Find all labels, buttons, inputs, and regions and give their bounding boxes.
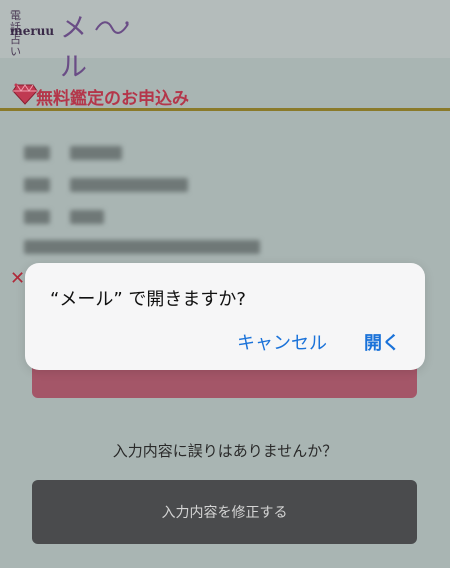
error-mark-icon: ✕ [10, 268, 26, 289]
logo-english: meruu [10, 24, 55, 38]
top-bar: 電話占い meruu メル [0, 0, 450, 83]
heading-underline [0, 108, 450, 111]
form-heading: 無料鑑定のお申込み [36, 89, 189, 109]
open-button[interactable]: 開く [364, 329, 400, 355]
swirl-icon [95, 21, 129, 34]
blurred-field-birth [24, 210, 144, 224]
open-in-mail-dialog: “メール” で開きますか? キャンセル 開く [25, 263, 425, 370]
logo-title: メル [60, 13, 87, 83]
blurred-field-name [24, 146, 144, 160]
page-background: 電話占い meruu メル 無料鑑定のお申込み ✕ 入力内容に誤りはありませんか… [0, 0, 450, 568]
confirm-question: 入力内容に誤りはありませんか？ [112, 442, 338, 460]
blurred-field-kana [24, 178, 194, 192]
edit-input-button[interactable]: 入力内容を修正する [32, 480, 417, 544]
diamond-icon [12, 83, 38, 105]
dialog-message: “メール” で開きますか? [50, 289, 246, 310]
cancel-button[interactable]: キャンセル [237, 329, 327, 355]
blurred-field-email [24, 240, 264, 254]
